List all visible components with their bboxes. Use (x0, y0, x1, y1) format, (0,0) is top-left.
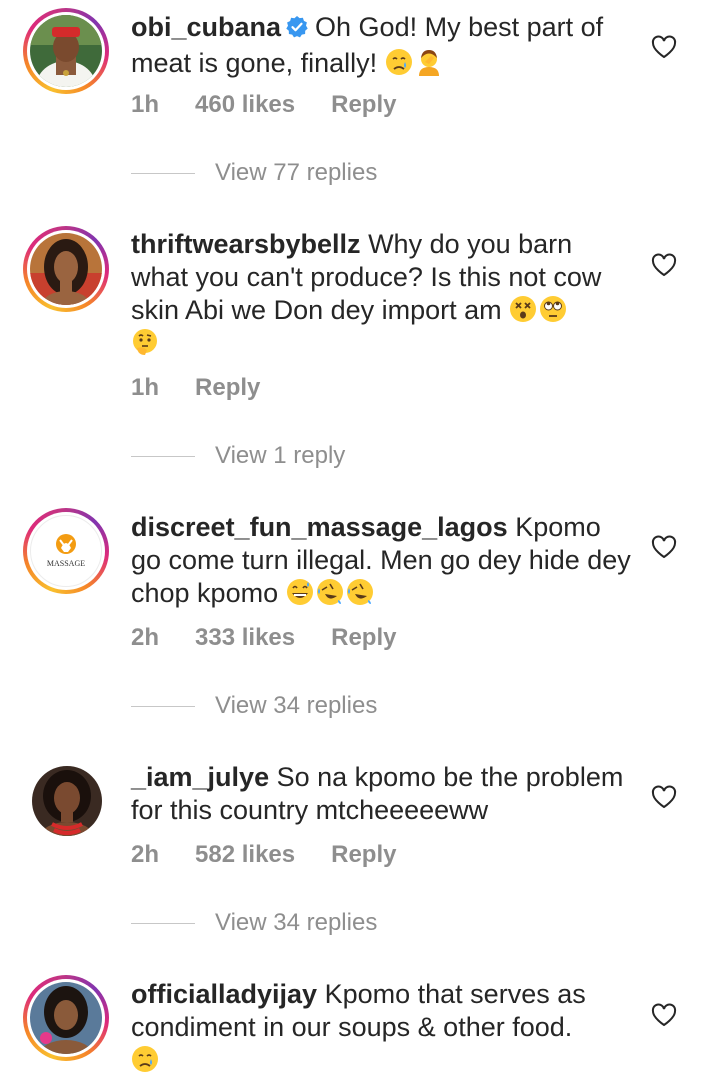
avatar (32, 766, 102, 836)
avatar-story-ring[interactable] (23, 975, 109, 1061)
crying-face-emoji (385, 48, 413, 76)
avatar-story-ring[interactable]: MASSAGE (23, 508, 109, 594)
reply-button[interactable]: Reply (195, 374, 260, 401)
view-replies-button[interactable]: View 1 reply (131, 441, 345, 471)
dizzy-face-emoji (509, 295, 537, 323)
avatar-story-ring[interactable] (23, 226, 109, 312)
like-heart-icon[interactable] (651, 35, 677, 59)
comment-likes[interactable]: 460 likes (195, 91, 295, 118)
rofl-emoji (346, 578, 374, 606)
avatar (30, 982, 102, 1054)
comment-time: 2h (131, 841, 160, 868)
avatar-container[interactable] (23, 757, 109, 843)
grinning-sweat-emoji (286, 578, 314, 606)
comment-meta: 1h 460 likes Reply (131, 91, 432, 119)
divider-line (131, 172, 195, 174)
like-heart-icon[interactable] (651, 253, 677, 277)
avatar (30, 15, 102, 87)
comment-username[interactable]: thriftwearsbybellz (131, 229, 361, 259)
comment-meta: 2h 333 likes Reply (131, 624, 432, 652)
verified-badge-icon (285, 14, 309, 47)
avatar (30, 233, 102, 305)
crying-face-emoji (131, 1045, 159, 1073)
comment-text: _iam_julye So na kpomo be the problem fo… (131, 761, 631, 827)
rofl-emoji (316, 578, 344, 606)
eye-roll-emoji (539, 295, 567, 323)
view-replies-label: View 34 replies (215, 909, 378, 936)
thinking-face-emoji (131, 328, 159, 356)
view-replies-label: View 34 replies (215, 692, 378, 719)
comment-time: 2h (131, 624, 160, 651)
comment-meta: 2h 582 likes Reply (131, 841, 432, 869)
divider-line (131, 455, 195, 457)
comment-time: 1h (131, 91, 160, 118)
like-heart-icon[interactable] (651, 1003, 677, 1027)
comment-text: obi_cubana Oh God! My best part of meat i… (131, 11, 631, 80)
comment-likes[interactable]: 582 likes (195, 841, 295, 868)
comment-meta: 1h Reply (131, 374, 296, 402)
like-heart-icon[interactable] (651, 785, 677, 809)
reply-button[interactable]: Reply (331, 624, 396, 651)
comment-username[interactable]: discreet_fun_massage_lagos (131, 512, 508, 542)
person-facepalming-emoji (415, 48, 443, 76)
comment-time: 1h (131, 374, 160, 401)
avatar: MASSAGE (30, 515, 102, 587)
comment-text: officialladyijay Kpomo that serves as co… (131, 978, 631, 1077)
avatar-logo-text: MASSAGE (47, 559, 85, 568)
comment-username[interactable]: officialladyijay (131, 979, 317, 1009)
comment-username[interactable]: obi_cubana (131, 12, 281, 42)
comment-text: discreet_fun_massage_lagos Kpomo go come… (131, 511, 631, 610)
comment-likes[interactable]: 333 likes (195, 624, 295, 651)
view-replies-label: View 1 reply (215, 442, 346, 469)
like-heart-icon[interactable] (651, 535, 677, 559)
view-replies-button[interactable]: View 77 replies (131, 158, 377, 188)
view-replies-button[interactable]: View 34 replies (131, 691, 377, 721)
comment-username[interactable]: _iam_julye (131, 762, 269, 792)
divider-line (131, 922, 195, 924)
view-replies-button[interactable]: View 34 replies (131, 908, 377, 938)
comment-text: thriftwearsbybellz Why do you barn what … (131, 228, 631, 360)
divider-line (131, 705, 195, 707)
view-replies-label: View 77 replies (215, 159, 378, 186)
reply-button[interactable]: Reply (331, 841, 396, 868)
reply-button[interactable]: Reply (331, 91, 396, 118)
avatar-story-ring[interactable] (23, 8, 109, 94)
